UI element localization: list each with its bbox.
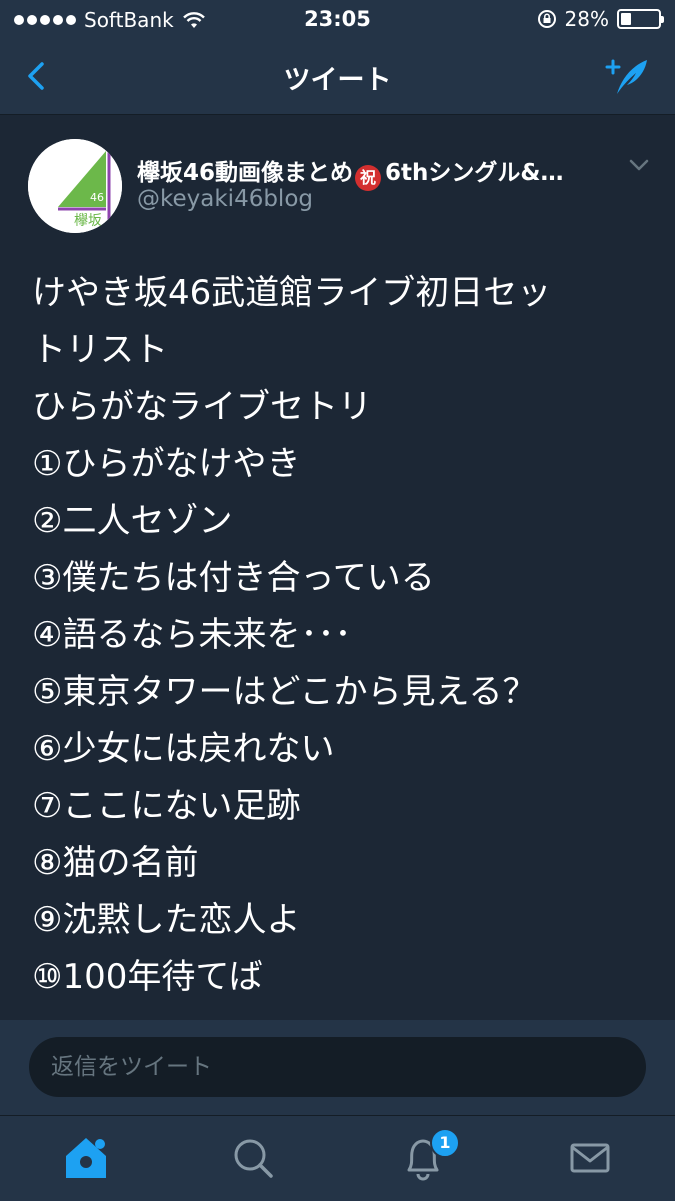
avatar-text-bottom: 欅坂 — [74, 213, 102, 229]
tweet-text-line: ④語るなら未来を･･･ — [32, 615, 352, 655]
tweet-text-line: けやき坂46武道館ライブ初日セッ — [32, 273, 552, 313]
battery-percent: 28% — [564, 7, 609, 31]
tweet-text-line: ①ひらがなけやき — [32, 444, 301, 484]
status-right: 28% — [537, 7, 664, 31]
battery-fill — [621, 13, 631, 25]
messages-icon[interactable] — [562, 1130, 618, 1186]
status-bar: SoftBank 23:05 28% — [0, 0, 675, 40]
battery-icon — [617, 9, 664, 29]
tweet-text-line: ③僕たちは付き合っている — [32, 558, 435, 598]
compose-tweet-icon[interactable] — [603, 54, 651, 98]
home-icon[interactable] — [58, 1130, 114, 1186]
reply-bar: 返信をツイート — [0, 1020, 675, 1115]
avatar[interactable]: 46 欅坂 — [28, 139, 122, 233]
tweet-text-line: ②二人セゾン — [32, 501, 233, 541]
page-title: ツイート — [283, 65, 392, 96]
tweet-text-line: ⑨沈黙した恋人よ — [32, 900, 301, 940]
tweet-text-line: ⑤東京タワーはどこから見える？ — [32, 672, 537, 712]
tweet-text-line: ⑥少女には戻れない — [32, 729, 335, 769]
tweet-text-line: ⑧猫の名前 — [32, 843, 199, 883]
tweet-text: けやき坂46武道館ライブ初日セッ トリストひらがなライブセトリ ①ひらがなけやき ②二… — [32, 265, 652, 1006]
tweet-detail: 46 欅坂 欅坂46動画像まとめ祝 6thシングル&… @keyaki46blog… — [0, 115, 675, 1020]
notification-badge: 1 — [430, 1128, 460, 1158]
avatar-logo: 46 欅坂 — [28, 139, 122, 233]
search-icon[interactable] — [225, 1130, 281, 1186]
tweet-text-line: ⑩100年待てば — [32, 957, 263, 997]
tweet-text-line: ひらがなライブセトリ — [32, 387, 372, 427]
author-handle[interactable]: @keyaki46blog — [137, 186, 313, 212]
tweet-text-line: ⑦ここにない足跡 — [32, 786, 301, 826]
chevron-down-icon[interactable] — [628, 157, 650, 173]
rotation-lock-icon — [537, 10, 556, 28]
avatar-text-top: 46 — [90, 191, 104, 204]
reply-input[interactable]: 返信をツイート — [29, 1037, 646, 1097]
nav-bar: ツイート — [0, 40, 675, 115]
author-name-prefix: 欅坂46動画像まとめ — [137, 160, 354, 186]
tweet-text-line: トリスト — [32, 330, 168, 370]
celebrate-emoji-icon: 祝 — [355, 165, 382, 191]
tab-bar: 1 — [0, 1115, 675, 1201]
author-name-suffix: 6thシングル&… — [385, 160, 564, 186]
